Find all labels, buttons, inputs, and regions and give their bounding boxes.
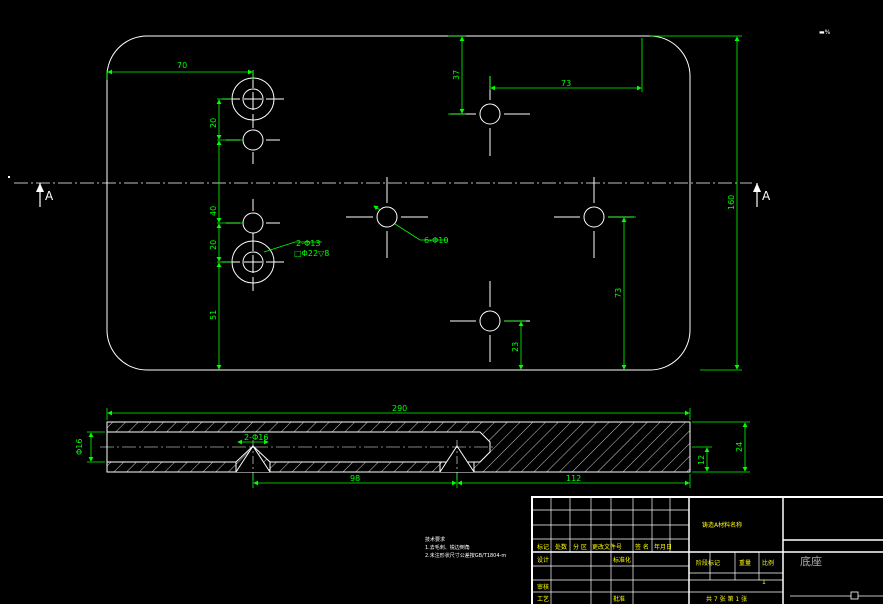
- svg-text:年月日: 年月日: [654, 543, 672, 551]
- title-block: 标记 处数 分 区 更改文件号 签 名 年月日 设计 标准化 审核 工艺 批准 …: [531, 496, 883, 604]
- corner-mark: ▬%: [819, 29, 831, 36]
- dim-40: 40: [209, 206, 218, 216]
- front-view: 290 2-Φ16 Φ16 98 112 12 24: [75, 404, 750, 488]
- svg-text:标准化: 标准化: [613, 556, 631, 564]
- dim-290: 290: [392, 404, 407, 413]
- dim-112: 112: [566, 474, 581, 483]
- dim-2phi16: 2-Φ16: [244, 433, 268, 442]
- section-marker-right: A: [753, 183, 771, 207]
- dim-12: 12: [697, 455, 706, 465]
- callout-counterbore-2: □Φ22▽8: [294, 249, 329, 258]
- svg-text:设计: 设计: [537, 556, 549, 564]
- callout-counterbore-1: 2-Φ13: [296, 239, 320, 248]
- dim-73-top: 73: [561, 79, 571, 88]
- svg-text:更改文件号: 更改文件号: [592, 543, 622, 551]
- part-name: 底座: [800, 554, 822, 568]
- svg-text:处数: 处数: [555, 543, 567, 551]
- section-marker-left: A: [36, 183, 54, 207]
- svg-text:重量: 重量: [739, 559, 751, 567]
- svg-text:1: 1: [762, 579, 766, 586]
- dim-20-a: 20: [209, 118, 218, 128]
- dim-160: 160: [727, 195, 736, 210]
- dim-20-b: 20: [209, 240, 218, 250]
- svg-text:共 7 张 第 1 张: 共 7 张 第 1 张: [706, 595, 747, 603]
- callout-holes: 6-Φ10: [424, 236, 448, 245]
- top-dimensions: [106, 35, 742, 371]
- dim-24: 24: [735, 442, 744, 452]
- svg-text:A: A: [45, 189, 54, 203]
- plate-outline: [106, 35, 691, 371]
- edge-dot: [8, 176, 10, 178]
- hole-small: [346, 177, 428, 258]
- dim-98: 98: [350, 474, 360, 483]
- svg-text:审核: 审核: [537, 583, 549, 591]
- svg-text:技术要求: 技术要求: [425, 536, 445, 543]
- svg-text:工艺: 工艺: [537, 595, 549, 603]
- material-name: 铸造A材料名称: [702, 521, 742, 529]
- cad-drawing: A A ▬% 70 37 73 20 40 20 51 160 73 23 2-…: [8, 29, 883, 604]
- svg-text:2.未注形状尺寸公差按GB/T1804-m: 2.未注形状尺寸公差按GB/T1804-m: [425, 552, 506, 559]
- svg-text:分 区: 分 区: [573, 543, 587, 551]
- hole-small: [554, 177, 634, 258]
- technical-notes: 技术要求 1.去毛刺、锐边倒角 2.未注形状尺寸公差按GB/T1804-m: [425, 536, 506, 559]
- dim-23: 23: [511, 342, 520, 352]
- dim-37: 37: [452, 70, 461, 80]
- svg-text:A: A: [762, 189, 771, 203]
- svg-text:标记: 标记: [537, 543, 549, 551]
- svg-text:阶段标记: 阶段标记: [696, 559, 720, 567]
- svg-text:批准: 批准: [613, 595, 625, 603]
- top-view: A A ▬% 70 37 73 20 40 20 51 160 73 23 2-…: [8, 29, 831, 371]
- svg-text:1.去毛刺、锐边倒角: 1.去毛刺、锐边倒角: [425, 544, 470, 551]
- dim-phi16: Φ16: [75, 439, 84, 455]
- svg-text:签 名: 签 名: [635, 543, 649, 551]
- dim-70: 70: [177, 61, 187, 70]
- dim-51: 51: [209, 310, 218, 320]
- svg-text:比例: 比例: [762, 559, 774, 567]
- dim-73-right: 73: [614, 288, 623, 298]
